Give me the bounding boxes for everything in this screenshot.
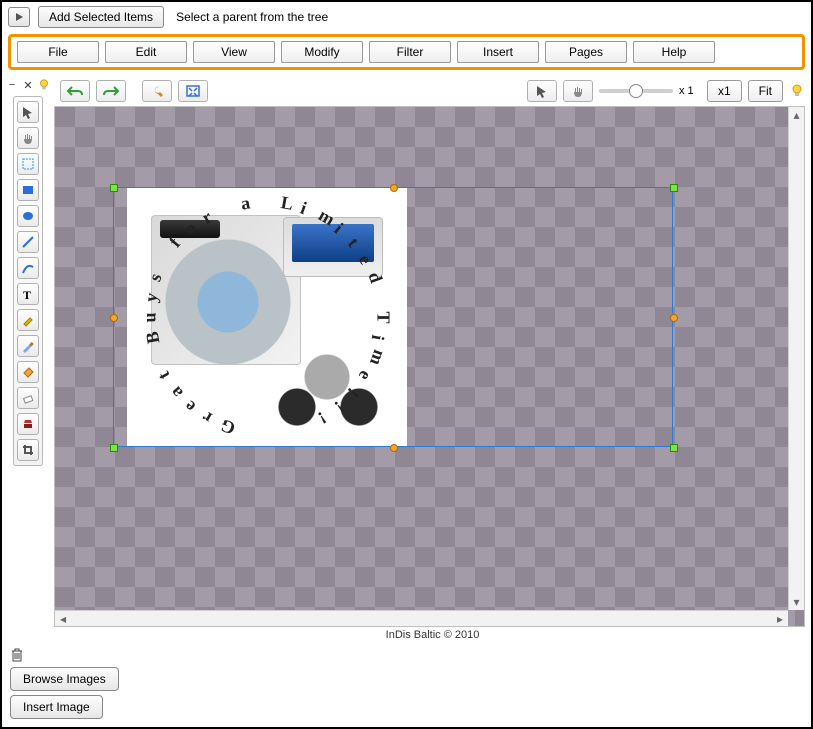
app-frame: Add Selected Items Select a parent from …: [0, 0, 813, 729]
wrench-icon: [149, 84, 165, 98]
redo-button[interactable]: [96, 80, 126, 102]
tool-eyedropper[interactable]: [17, 309, 39, 331]
zoom-label: x 1: [679, 85, 701, 97]
bottom-area: Browse Images Insert Image: [2, 643, 811, 727]
selection-box[interactable]: [113, 187, 673, 447]
right-column: x 1 x1 Fit Great Buys for a Limited Time…: [54, 76, 811, 643]
minimize-icon[interactable]: −: [5, 78, 19, 92]
selection-handle[interactable]: [110, 314, 118, 322]
tool-rect[interactable]: [17, 179, 39, 201]
menu-view[interactable]: View: [193, 41, 275, 63]
selection-handle[interactable]: [390, 184, 398, 192]
selection-handle[interactable]: [670, 444, 678, 452]
selection-handle[interactable]: [110, 184, 118, 192]
add-selected-button[interactable]: Add Selected Items: [38, 6, 164, 28]
tool-ellipse[interactable]: [17, 205, 39, 227]
undo-button[interactable]: [60, 80, 90, 102]
left-column: − ✕ T: [2, 76, 54, 643]
menu-pages[interactable]: Pages: [545, 41, 627, 63]
top-strip: Add Selected Items Select a parent from …: [2, 2, 811, 32]
expand-button[interactable]: [8, 7, 30, 27]
trash-icon[interactable]: [10, 647, 24, 663]
close-icon[interactable]: ✕: [21, 78, 35, 92]
menubar: File Edit View Modify Filter Insert Page…: [8, 34, 805, 70]
tool-brush[interactable]: [17, 335, 39, 357]
menu-insert[interactable]: Insert: [457, 41, 539, 63]
tool-pen[interactable]: [17, 257, 39, 279]
tool-fill[interactable]: [17, 361, 39, 383]
tool-rect-select[interactable]: [17, 153, 39, 175]
selection-handle[interactable]: [110, 444, 118, 452]
tool-hand[interactable]: [17, 127, 39, 149]
tool-eraser[interactable]: [17, 387, 39, 409]
fit-screen-button[interactable]: [178, 80, 208, 102]
menu-filter[interactable]: Filter: [369, 41, 451, 63]
scroll-right-icon[interactable]: ▸: [772, 611, 788, 626]
bulb-icon: [789, 83, 805, 99]
pan-mode-button[interactable]: [563, 80, 593, 102]
tool-crop[interactable]: [17, 439, 39, 461]
scroll-left-icon[interactable]: ◂: [55, 611, 71, 626]
insert-image-button[interactable]: Insert Image: [10, 695, 103, 719]
menu-modify[interactable]: Modify: [281, 41, 363, 63]
zoom-slider[interactable]: x 1: [599, 85, 701, 97]
canvas[interactable]: Great Buys for a Limited Time!!! ▴ ▾ ◂ ▸: [54, 106, 805, 627]
vertical-scrollbar[interactable]: ▴ ▾: [788, 107, 804, 610]
menu-file[interactable]: File: [17, 41, 99, 63]
scroll-up-icon[interactable]: ▴: [789, 107, 804, 123]
zoom-fit-button[interactable]: Fit: [748, 80, 783, 102]
bulb-icon: [37, 78, 51, 92]
horizontal-scrollbar[interactable]: ◂ ▸: [55, 610, 788, 626]
svg-text:T: T: [23, 288, 31, 301]
scroll-down-icon[interactable]: ▾: [789, 594, 804, 610]
hand-icon: [571, 84, 585, 98]
selection-handle[interactable]: [670, 314, 678, 322]
tool-text[interactable]: T: [17, 283, 39, 305]
tool-pointer[interactable]: [17, 101, 39, 123]
pointer-icon: [535, 84, 549, 98]
editor: − ✕ T: [2, 76, 811, 643]
tool-line[interactable]: [17, 231, 39, 253]
panel-controls: − ✕: [5, 78, 51, 92]
play-icon: [14, 12, 24, 22]
browse-images-button[interactable]: Browse Images: [10, 667, 119, 691]
selection-handle[interactable]: [390, 444, 398, 452]
selection-handle[interactable]: [670, 184, 678, 192]
top-hint: Select a parent from the tree: [176, 10, 328, 24]
footer-text: InDis Baltic © 2010: [54, 627, 811, 643]
slider-thumb[interactable]: [629, 84, 643, 98]
menu-help[interactable]: Help: [633, 41, 715, 63]
zoom-reset-button[interactable]: x1: [707, 80, 742, 102]
cursor-mode-button[interactable]: [527, 80, 557, 102]
top-toolbar: x 1 x1 Fit: [54, 76, 811, 106]
settings-button[interactable]: [142, 80, 172, 102]
tool-rail: T: [13, 96, 43, 466]
menu-edit[interactable]: Edit: [105, 41, 187, 63]
expand-icon: [185, 84, 201, 98]
tool-stamp[interactable]: [17, 413, 39, 435]
